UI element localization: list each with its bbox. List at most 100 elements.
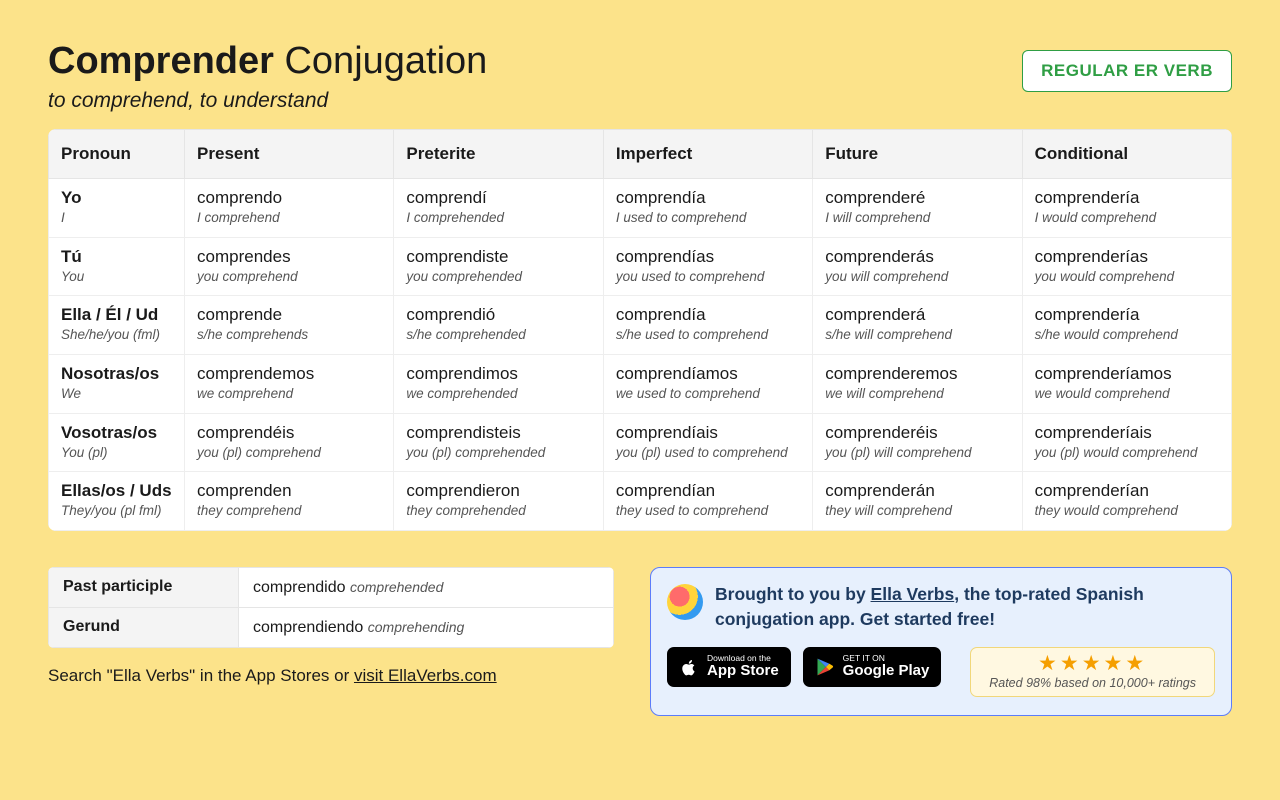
conj-es: comprenderemos <box>825 363 1009 385</box>
rating-text: Rated 98% based on 10,000+ ratings <box>989 676 1196 690</box>
conj-en: you (pl) comprehend <box>197 444 381 462</box>
conjugation-cell: comprenderás/he will comprehend <box>813 296 1022 355</box>
conjugation-cell: comprenderíamoswe would comprehend <box>1022 354 1231 413</box>
table-row: Vosotras/osYou (pl)comprendéisyou (pl) c… <box>49 413 1232 472</box>
conjugation-cell: comprendisteyou comprehended <box>394 237 603 296</box>
conj-en: I used to comprehend <box>616 209 800 227</box>
conj-es: comprendimos <box>406 363 590 385</box>
conj-en: you (pl) would comprehend <box>1035 444 1219 462</box>
conj-en: s/he used to comprehend <box>616 326 800 344</box>
conj-en: you would comprehend <box>1035 268 1219 286</box>
conjugation-cell: comprendenthey comprehend <box>185 472 394 531</box>
conj-es: comprenderá <box>825 304 1009 326</box>
conjugation-cell: comprendíanthey used to comprehend <box>603 472 812 531</box>
conj-es: comprendí <box>406 187 590 209</box>
conj-es: comprendisteis <box>406 422 590 444</box>
conj-es: comprendo <box>197 187 381 209</box>
conj-es: comprendería <box>1035 187 1219 209</box>
promo-link[interactable]: Ella Verbs <box>871 584 955 604</box>
conjugation-cell: comprendes/he comprehends <box>185 296 394 355</box>
conjugation-cell: comprendíamoswe used to comprehend <box>603 354 812 413</box>
conj-es: comprenderán <box>825 480 1009 502</box>
conj-es: comprenderías <box>1035 246 1219 268</box>
pronoun-es: Nosotras/os <box>61 363 172 385</box>
conj-en: you used to comprehend <box>616 268 800 286</box>
conj-es: comprendería <box>1035 304 1219 326</box>
conj-en: they used to comprehend <box>616 502 800 520</box>
conj-en: I would comprehend <box>1035 209 1219 227</box>
conjugation-cell: comprenderásyou will comprehend <box>813 237 1022 296</box>
conj-es: comprendéis <box>197 422 381 444</box>
pronoun-es: Yo <box>61 187 172 209</box>
pronoun-en: I <box>61 209 172 227</box>
table-row: Ella / Él / UdShe/he/you (fml) comprendes… <box>49 296 1232 355</box>
conj-en: you (pl) used to comprehend <box>616 444 800 462</box>
col-pronoun: Pronoun <box>49 130 185 179</box>
conj-en: s/he would comprehend <box>1035 326 1219 344</box>
conjugation-cell: comprenderíaisyou (pl) would comprehend <box>1022 413 1231 472</box>
pronoun-en: You <box>61 268 172 286</box>
pronoun-cell: Vosotras/osYou (pl) <box>49 413 185 472</box>
participle-value: comprendiendo comprehending <box>239 607 614 647</box>
conj-es: comprendes <box>197 246 381 268</box>
table-row: YoIcomprendoI comprehendcomprendíI compr… <box>49 179 1232 238</box>
conj-es: comprenderéis <box>825 422 1009 444</box>
pronoun-cell: TúYou <box>49 237 185 296</box>
search-hint: Search "Ella Verbs" in the App Stores or… <box>48 666 614 686</box>
participle-label: Past participle <box>49 567 239 607</box>
conjugation-cell: comprendéisyou (pl) comprehend <box>185 413 394 472</box>
verb-type-badge: REGULAR ER VERB <box>1022 50 1232 92</box>
google-play-button[interactable]: GET IT ON Google Play <box>803 647 942 687</box>
conj-en: we used to comprehend <box>616 385 800 403</box>
conjugation-cell: comprendíaI used to comprehend <box>603 179 812 238</box>
conjugation-cell: comprenderéisyou (pl) will comprehend <box>813 413 1022 472</box>
pronoun-cell: Ellas/os / UdsThey/you (pl fml) <box>49 472 185 531</box>
conj-en: s/he comprehends <box>197 326 381 344</box>
conjugation-cell: comprenderías/he would comprehend <box>1022 296 1231 355</box>
conjugation-cell: comprenderánthey will comprehend <box>813 472 1022 531</box>
conj-es: comprendió <box>406 304 590 326</box>
pronoun-es: Ella / Él / Ud <box>61 304 172 326</box>
rating-box: ★★★★★ Rated 98% based on 10,000+ ratings <box>970 647 1215 697</box>
apple-icon <box>679 656 699 678</box>
page-title: Comprender Conjugation <box>48 40 487 83</box>
conjugation-cell: comprendisteisyou (pl) comprehended <box>394 413 603 472</box>
star-icons: ★★★★★ <box>989 652 1196 675</box>
participle-label: Gerund <box>49 607 239 647</box>
verb-name: Comprender <box>48 40 274 82</box>
conj-en: you comprehended <box>406 268 590 286</box>
pronoun-es: Vosotras/os <box>61 422 172 444</box>
conjugation-cell: comprendoI comprehend <box>185 179 394 238</box>
table-row: TúYou comprendesyou comprehend comprendist… <box>49 237 1232 296</box>
conjugation-cell: comprenderíanthey would comprehend <box>1022 472 1231 531</box>
conj-es: comprendía <box>616 304 800 326</box>
table-row: Ellas/os / UdsThey/you (pl fml)comprende… <box>49 472 1232 531</box>
pronoun-es: Tú <box>61 246 172 268</box>
conj-en: you comprehend <box>197 268 381 286</box>
conj-es: comprenderíais <box>1035 422 1219 444</box>
conjugation-cell: comprenderíaI would comprehend <box>1022 179 1231 238</box>
conj-es: comprendían <box>616 480 800 502</box>
conjugation-cell: comprendíI comprehended <box>394 179 603 238</box>
conj-es: comprendíais <box>616 422 800 444</box>
promo-text: Brought to you by Ella Verbs, the top-ra… <box>715 582 1215 633</box>
pronoun-en: We <box>61 385 172 403</box>
conj-en: you (pl) comprehended <box>406 444 590 462</box>
conjugation-cell: comprendimoswe comprehended <box>394 354 603 413</box>
col-imperfect: Imperfect <box>603 130 812 179</box>
visit-link[interactable]: visit EllaVerbs.com <box>354 666 497 685</box>
verb-translation: to comprehend, to understand <box>48 89 487 113</box>
conjugation-cell: comprendiós/he comprehended <box>394 296 603 355</box>
conj-es: comprendiste <box>406 246 590 268</box>
app-store-button[interactable]: Download on the App Store <box>667 647 791 687</box>
conj-en: they comprehend <box>197 502 381 520</box>
col-conditional: Conditional <box>1022 130 1231 179</box>
pronoun-en: She/he/you (fml) <box>61 326 172 344</box>
conj-en: we comprehend <box>197 385 381 403</box>
participle-row: Gerundcomprendiendo comprehending <box>49 607 614 647</box>
conj-en: they comprehended <box>406 502 590 520</box>
conj-es: comprendemos <box>197 363 381 385</box>
conjugation-cell: comprendieronthey comprehended <box>394 472 603 531</box>
participle-row: Past participlecomprendido comprehended <box>49 567 614 607</box>
conj-en: s/he will comprehend <box>825 326 1009 344</box>
